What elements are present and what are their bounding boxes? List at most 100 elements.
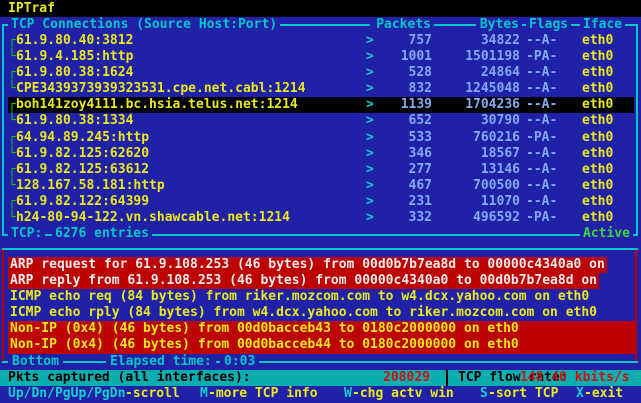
- table-row[interactable]: └61.9.80.38:1334>65230790--A-eth0: [8, 113, 636, 129]
- column-header-flags: Flags: [526, 17, 571, 33]
- column-header-bytes: Bytes: [476, 17, 522, 33]
- iface-value: eth0: [582, 162, 613, 178]
- connection-host: boh141zoy4111.bc.hsia.telus.net:1214: [16, 97, 298, 113]
- list-item: ARP reply from 61.9.108.253 (46 bytes) f…: [8, 273, 638, 289]
- flags-value: --A-: [526, 33, 557, 49]
- bytes-value: 496592: [432, 210, 520, 226]
- flags-value: --A-: [526, 65, 557, 81]
- direction-arrow-icon: >: [366, 130, 374, 146]
- iface-value: eth0: [582, 178, 613, 194]
- direction-arrow-icon: >: [366, 65, 374, 81]
- scroll-position-label: Bottom: [8, 354, 63, 370]
- packets-value: 652: [374, 113, 432, 129]
- column-header-iface: Iface: [580, 17, 625, 33]
- iface-value: eth0: [582, 113, 613, 129]
- tcp-connection-list: ┌61.9.80.40:3812>75734822--A-eth0 └61.9.…: [8, 33, 636, 226]
- tree-bracket-icon: └: [8, 113, 16, 129]
- direction-arrow-icon: >: [366, 97, 374, 113]
- table-row[interactable]: ┌61.9.80.38:1624 >52824864 --A-eth0: [8, 65, 636, 81]
- packets-value: 1139: [374, 97, 432, 113]
- packets-value: 277: [374, 162, 432, 178]
- iface-value: eth0: [582, 146, 613, 162]
- packets-value: 1001: [374, 49, 432, 65]
- table-row[interactable]: └CPE3439373939323531.cpe.net.cabl:1214>8…: [8, 81, 636, 97]
- flags-value: -PA-: [526, 49, 557, 65]
- key-scroll-desc: -scroll: [125, 386, 180, 402]
- list-item: ARP request for 61.9.108.253 (46 bytes) …: [8, 257, 638, 273]
- iface-value: eth0: [582, 194, 613, 210]
- lower-panel-footer: Bottom Elapsed time: 0:03: [0, 354, 641, 370]
- connection-host: 61.9.82.125:63612: [16, 162, 149, 178]
- title-bar: IPTraf: [0, 0, 641, 17]
- tree-bracket-icon: ┌: [8, 65, 16, 81]
- bytes-value: 30790: [432, 113, 520, 129]
- iface-value: eth0: [582, 97, 613, 113]
- flags-value: --A-: [526, 113, 557, 129]
- list-item: Non-IP (0x4) (46 bytes) from 00d0bacceb4…: [8, 321, 638, 337]
- packets-value: 528: [374, 65, 432, 81]
- app-title: IPTraf: [8, 1, 55, 17]
- table-row[interactable]: └128.167.58.181:http>467700500--A-eth0: [8, 178, 636, 194]
- column-header-packets: Packets: [370, 17, 434, 33]
- icmp-message: ICMP echo req (84 bytes) from riker.mozc…: [8, 289, 591, 305]
- tree-bracket-icon: ┌: [8, 162, 16, 178]
- table-row[interactable]: ┌61.9.80.40:3812>75734822--A-eth0: [8, 33, 636, 49]
- tree-bracket-icon: └: [8, 146, 16, 162]
- connection-host: 61.9.80.40:3812: [16, 33, 133, 49]
- bytes-value: 1501198: [432, 49, 520, 65]
- bytes-value: 18567: [432, 146, 520, 162]
- key-more-info-desc: -more TCP info: [208, 386, 318, 402]
- lower-panel-left-border: [2, 250, 4, 361]
- list-item: ICMP echo req (84 bytes) from riker.mozc…: [8, 289, 638, 305]
- flags-value: --A-: [526, 194, 557, 210]
- bytes-value: 11070: [432, 194, 520, 210]
- table-row[interactable]: ┌64.94.89.245:http>533760216-PA-eth0: [8, 130, 636, 146]
- table-row-selected[interactable]: ┌boh141zoy4111.bc.hsia.telus.net:1214 >11…: [8, 97, 634, 113]
- stats-bar: Pkts captured (all interfaces): 208029 T…: [0, 370, 641, 386]
- table-row[interactable]: ┌61.9.82.125:63612>27713146--A-eth0: [8, 162, 636, 178]
- nonip-message: Non-IP (0x4) (46 bytes) from 00d0bacceb4…: [8, 337, 636, 353]
- bytes-value: 34822: [432, 33, 520, 49]
- tree-bracket-icon: ┌: [8, 33, 16, 49]
- connection-host: 61.9.82.125:62620: [16, 146, 149, 162]
- iptraf-screen: IPTraf TCP Connections (Source Host:Port…: [0, 0, 641, 403]
- direction-arrow-icon: >: [366, 49, 374, 65]
- flags-value: --A-: [526, 178, 557, 194]
- tree-bracket-icon: ┌: [8, 97, 16, 113]
- key-exit: X: [576, 386, 584, 402]
- flags-value: -PA-: [526, 210, 557, 226]
- table-row[interactable]: └h24-80-94-122.vn.shawcable.net:1214>332…: [8, 210, 636, 226]
- flags-value: --A-: [526, 81, 557, 97]
- connection-host: 61.9.80.38:1624: [16, 65, 133, 81]
- connection-host: h24-80-94-122.vn.shawcable.net:1214: [16, 210, 290, 226]
- lower-panel-top-border: [2, 248, 638, 250]
- tcp-entries-count: 6276 entries: [52, 226, 152, 242]
- table-row[interactable]: └61.9.4.185:http>10011501198-PA-eth0: [8, 49, 636, 65]
- arp-message: ARP request for 61.9.108.253 (46 bytes) …: [8, 257, 607, 273]
- packets-value: 231: [374, 194, 432, 210]
- connection-host: 61.9.80.38:1334: [16, 113, 133, 129]
- tcp-flow-rate-value: 148.40 kbits/s: [520, 370, 630, 386]
- flags-value: -PA-: [526, 130, 557, 146]
- non-tcp-message-list: ARP request for 61.9.108.253 (46 bytes) …: [8, 257, 638, 354]
- table-row[interactable]: └61.9.82.125:62620>34618567--A-eth0: [8, 146, 636, 162]
- direction-arrow-icon: >: [366, 194, 374, 210]
- bytes-value: 24864: [432, 65, 520, 81]
- key-sort: S: [480, 386, 488, 402]
- direction-arrow-icon: >: [366, 81, 374, 97]
- key-change-window: W: [344, 386, 352, 402]
- flags-value: --A-: [526, 97, 557, 113]
- flags-value: --A-: [526, 146, 557, 162]
- elapsed-time-value: 0:03: [220, 354, 259, 370]
- connection-host: 64.94.89.245:http: [16, 130, 149, 146]
- flags-value: --A-: [526, 162, 557, 178]
- packets-value: 346: [374, 146, 432, 162]
- iface-value: eth0: [582, 65, 613, 81]
- bytes-value: 700500: [432, 178, 520, 194]
- stats-divider: [446, 370, 448, 386]
- tcp-panel-footer: TCP: 6276 entries Active: [0, 226, 641, 242]
- direction-arrow-icon: >: [366, 162, 374, 178]
- arp-message: ARP reply from 61.9.108.253 (46 bytes) f…: [8, 273, 599, 289]
- table-row[interactable]: ┌61.9.82.122:64399>23111070--A-eth0: [8, 194, 636, 210]
- pkts-captured-value: 208029: [378, 370, 430, 386]
